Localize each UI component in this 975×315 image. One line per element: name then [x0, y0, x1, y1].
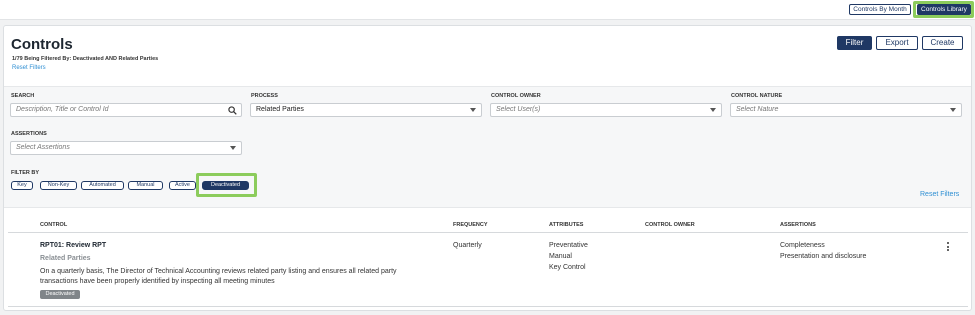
more-options-icon[interactable]	[946, 242, 950, 254]
control-title[interactable]: RPT01: Review RPT	[40, 240, 106, 251]
filter-by-label: FILTER BY	[11, 170, 40, 176]
export-button[interactable]: Export	[876, 36, 918, 50]
column-header-control[interactable]: CONTROL	[40, 222, 67, 228]
assertions-select[interactable]: Select Assertions	[10, 141, 242, 155]
control-owner-label: CONTROL OWNER	[491, 93, 541, 99]
column-header-assertions[interactable]: ASSERTIONS	[780, 222, 816, 228]
page-title: Controls	[11, 36, 73, 53]
attribute-value: Manual	[549, 253, 572, 260]
control-nature-label: CONTROL NATURE	[731, 93, 783, 99]
control-process: Related Parties	[40, 255, 91, 262]
control-owner-select[interactable]: Select User(s)	[490, 103, 722, 117]
column-header-attributes[interactable]: ATTRIBUTES	[549, 222, 583, 228]
chip-manual[interactable]: Manual	[128, 181, 163, 190]
chip-deactivated[interactable]: Deactivated	[202, 181, 249, 190]
control-nature-select[interactable]: Select Nature	[730, 103, 962, 117]
assertions-label: ASSERTIONS	[11, 131, 47, 137]
controls-by-month-button[interactable]: Controls By Month	[849, 4, 911, 15]
column-header-control-owner[interactable]: CONTROL OWNER	[645, 222, 695, 228]
table-header-divider	[8, 232, 968, 233]
chip-key[interactable]: Key	[11, 181, 33, 190]
chevron-down-icon	[230, 146, 236, 150]
assertion-value: Completeness	[780, 242, 825, 249]
status-badge: Deactivated	[40, 290, 80, 299]
table-row-divider	[8, 306, 968, 307]
controls-library-button[interactable]: Controls Library	[917, 4, 971, 15]
reset-filters-link-top[interactable]: Reset Filters	[12, 65, 46, 71]
chevron-down-icon	[950, 108, 956, 112]
process-select[interactable]: Related Parties	[250, 103, 482, 117]
search-label: SEARCH	[11, 93, 35, 99]
top-bar	[0, 0, 975, 20]
control-description-line-2: transactions have been properly identifi…	[40, 278, 275, 285]
assertion-value: Presentation and disclosure	[780, 253, 867, 260]
frequency-value: Quarterly	[453, 242, 482, 249]
search-icon[interactable]	[228, 106, 237, 115]
search-input[interactable]: Description, Title or Control Id	[10, 103, 242, 117]
column-header-frequency[interactable]: FREQUENCY	[453, 222, 488, 228]
filter-button[interactable]: Filter	[837, 36, 872, 50]
reset-filters-link[interactable]: Reset Filters	[920, 191, 959, 198]
filter-summary: 1/79 Being Filtered By: Deactivated AND …	[12, 56, 159, 62]
chevron-down-icon	[470, 108, 476, 112]
create-button[interactable]: Create	[922, 36, 963, 50]
chevron-down-icon	[710, 108, 716, 112]
chip-automated[interactable]: Automated	[81, 181, 124, 190]
chip-non-key[interactable]: Non-Key	[40, 181, 77, 190]
attribute-value: Key Control	[549, 264, 586, 271]
attribute-value: Preventative	[549, 242, 588, 249]
chip-active[interactable]: Active	[169, 181, 196, 190]
process-label: PROCESS	[251, 93, 278, 99]
